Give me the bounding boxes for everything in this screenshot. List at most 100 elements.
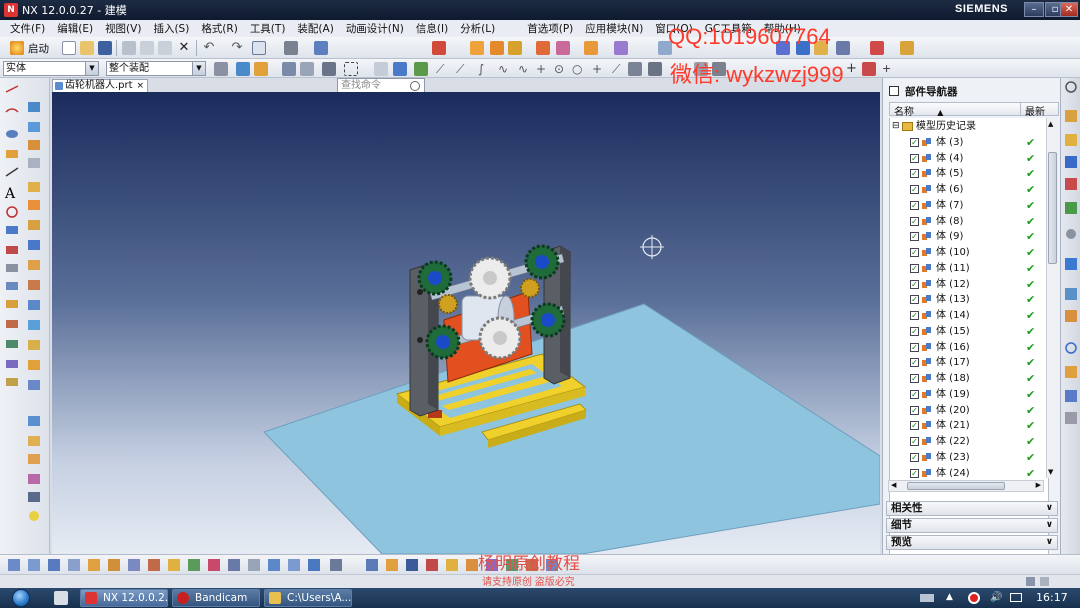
view-icon[interactable] bbox=[48, 559, 60, 571]
show-desktop-icon[interactable] bbox=[54, 591, 68, 605]
view-icon[interactable] bbox=[330, 559, 342, 571]
assembly-icon-3[interactable] bbox=[508, 41, 522, 55]
selection-icon-6[interactable] bbox=[322, 62, 336, 76]
column-latest-header[interactable]: 最新 bbox=[1020, 103, 1045, 118]
tree-item-body[interactable]: ✓ 体 (8) ✔ bbox=[890, 214, 1048, 230]
draft-icon[interactable] bbox=[28, 360, 40, 370]
visibility-checkbox[interactable]: ✓ bbox=[910, 248, 919, 257]
mirror-icon[interactable] bbox=[6, 246, 18, 254]
line-icon[interactable] bbox=[5, 85, 19, 93]
visibility-checkbox[interactable]: ✓ bbox=[910, 200, 919, 210]
sew-icon[interactable] bbox=[28, 474, 40, 484]
view-icon[interactable] bbox=[208, 559, 220, 571]
close-tab-icon[interactable]: × bbox=[136, 80, 144, 92]
extrude-icon[interactable] bbox=[28, 102, 40, 112]
status-icon[interactable] bbox=[1040, 577, 1049, 586]
visibility-checkbox[interactable]: ✓ bbox=[910, 279, 919, 289]
rectangle-icon[interactable] bbox=[6, 150, 18, 158]
status-icon[interactable] bbox=[1026, 577, 1035, 586]
new-file-icon[interactable] bbox=[62, 41, 76, 55]
visibility-checkbox[interactable]: ✓ bbox=[910, 437, 919, 446]
visibility-checkbox[interactable]: ✓ bbox=[910, 311, 919, 320]
start-button[interactable] bbox=[6, 588, 36, 608]
delete-icon[interactable]: ✕ bbox=[177, 41, 191, 55]
offset-icon[interactable] bbox=[6, 300, 18, 308]
visibility-checkbox[interactable]: ✓ bbox=[910, 153, 919, 163]
tree-item-body[interactable]: ✓ 体 (4) ✔ bbox=[890, 151, 1048, 167]
arc-icon[interactable] bbox=[5, 108, 19, 113]
save-icon[interactable] bbox=[406, 559, 418, 571]
thicken-icon[interactable] bbox=[28, 436, 40, 446]
tree-item-body[interactable]: ✓ 体 (15) ✔ bbox=[890, 324, 1048, 340]
chevron-down-icon[interactable]: ∨ bbox=[1046, 519, 1053, 532]
menu-animation[interactable]: 动画设计(N) bbox=[340, 21, 410, 36]
tree-item-body[interactable]: ✓ 体 (10) ✔ bbox=[890, 245, 1048, 261]
snap-center-icon[interactable]: ⊙ bbox=[554, 62, 568, 76]
touch-mode-icon[interactable] bbox=[432, 41, 446, 55]
scroll-up-icon[interactable]: ▲ bbox=[1048, 120, 1053, 128]
tree-item-body[interactable]: ✓ 体 (5) ✔ bbox=[890, 166, 1048, 182]
volume-icon[interactable]: 🔊 bbox=[990, 592, 1002, 603]
text-icon[interactable]: A bbox=[4, 186, 16, 202]
navigator-horizontal-scrollbar[interactable]: ◀ ▶ bbox=[888, 480, 1044, 492]
hole-icon[interactable] bbox=[28, 140, 40, 150]
system-scene-icon[interactable] bbox=[1065, 412, 1077, 424]
block-icon[interactable] bbox=[28, 182, 40, 192]
tree-item-body[interactable]: ✓ 体 (17) ✔ bbox=[890, 355, 1048, 371]
menu-insert[interactable]: 插入(S) bbox=[147, 21, 195, 36]
tree-item-body[interactable]: ✓ 体 (20) ✔ bbox=[890, 403, 1048, 419]
chevron-down-icon[interactable]: ▼ bbox=[85, 62, 98, 75]
visibility-checkbox[interactable]: ✓ bbox=[910, 169, 919, 179]
recording-indicator-icon[interactable] bbox=[968, 592, 980, 604]
view-icon[interactable] bbox=[108, 559, 120, 571]
selection-icon-3[interactable] bbox=[254, 62, 268, 76]
tree-item-body[interactable]: ✓ 体 (24) ✔ bbox=[890, 466, 1048, 482]
copy-icon[interactable] bbox=[140, 41, 154, 55]
view-icon[interactable] bbox=[128, 559, 140, 571]
display-icon[interactable] bbox=[284, 41, 298, 55]
trim-body-icon[interactable] bbox=[28, 380, 40, 390]
section-details[interactable]: 细节 ∨ bbox=[886, 518, 1058, 533]
type-filter-select[interactable]: 实体 ▼ bbox=[3, 61, 99, 76]
visibility-checkbox[interactable]: ✓ bbox=[910, 405, 919, 415]
navigator-checkbox[interactable] bbox=[889, 86, 899, 96]
history-icon[interactable] bbox=[1065, 258, 1077, 270]
process-studio-icon[interactable] bbox=[1065, 288, 1077, 300]
layer-icon[interactable] bbox=[426, 559, 438, 571]
open-folder-icon[interactable] bbox=[80, 41, 94, 55]
snap-line-icon[interactable]: ⟋ bbox=[456, 62, 470, 76]
tree-item-body[interactable]: ✓ 体 (12) ✔ bbox=[890, 277, 1048, 293]
visibility-checkbox[interactable]: ✓ bbox=[910, 421, 919, 431]
extend-icon[interactable] bbox=[6, 282, 18, 290]
visibility-checkbox[interactable]: ✓ bbox=[910, 374, 919, 383]
cone-icon[interactable] bbox=[28, 220, 40, 230]
assembly-icon-5[interactable] bbox=[556, 41, 570, 55]
web-browser-icon[interactable] bbox=[1066, 229, 1076, 239]
view-icon[interactable] bbox=[148, 559, 160, 571]
roles-icon[interactable] bbox=[1065, 366, 1077, 378]
snap-icon-3[interactable] bbox=[414, 62, 428, 76]
snap-curve-icon[interactable]: ∿ bbox=[498, 62, 512, 76]
selection-icon-2[interactable] bbox=[236, 62, 250, 76]
part-navigator-icon[interactable] bbox=[1065, 156, 1077, 168]
chamfer-icon[interactable] bbox=[28, 320, 40, 330]
snap-curve-icon[interactable]: ∫ bbox=[478, 62, 492, 76]
section-preview[interactable]: 预览 ∨ bbox=[886, 535, 1058, 550]
command-finder-icon[interactable] bbox=[314, 41, 328, 55]
divide-icon[interactable] bbox=[6, 378, 18, 386]
assembly-icon-2[interactable] bbox=[490, 41, 504, 55]
tree-item-body[interactable]: ✓ 体 (22) ✔ bbox=[890, 434, 1048, 450]
snap-face-icon[interactable] bbox=[628, 62, 642, 76]
chevron-down-icon[interactable]: ▼ bbox=[192, 62, 205, 75]
layer-icon[interactable] bbox=[386, 559, 398, 571]
document-tab[interactable]: 齿轮机器人.prt × bbox=[52, 79, 148, 92]
snap-center-icon[interactable]: ○ bbox=[572, 62, 586, 76]
start-icon[interactable] bbox=[10, 41, 24, 55]
keyboard-icon[interactable] bbox=[920, 594, 934, 602]
constraint-navigator-icon[interactable] bbox=[1065, 134, 1077, 146]
visibility-checkbox[interactable]: ✓ bbox=[910, 452, 919, 462]
tree-item-body[interactable]: ✓ 体 (7) ✔ bbox=[890, 198, 1048, 214]
visibility-checkbox[interactable]: ✓ bbox=[910, 358, 919, 368]
snap-line-icon[interactable]: ⟋ bbox=[436, 62, 450, 76]
taskbar-bandicam[interactable]: Bandicam bbox=[172, 589, 260, 607]
